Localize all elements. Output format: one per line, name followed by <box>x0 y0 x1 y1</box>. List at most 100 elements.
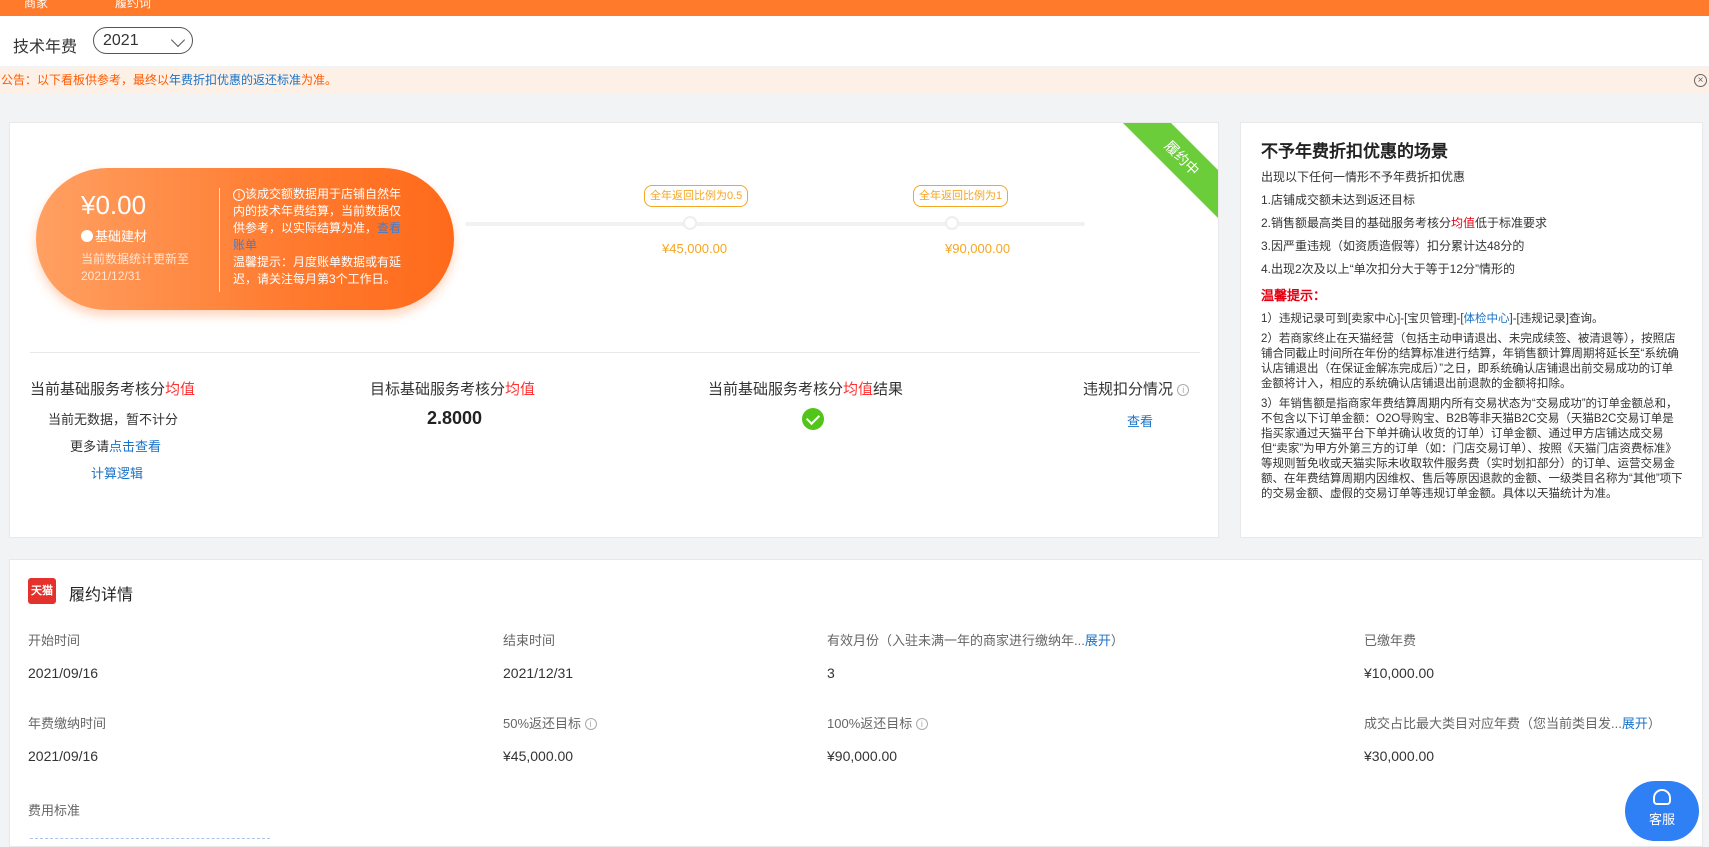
metric-title-text: 目标基础服务考核分 <box>370 381 506 398</box>
target100-value: ¥90,000.00 <box>827 748 898 764</box>
top-nav-bar: 商家 履约词 <box>0 0 1709 16</box>
customer-service-button[interactable]: 客服 <box>1625 781 1699 841</box>
more-info: 更多请点击查看 <box>70 436 161 455</box>
info-icon[interactable]: i <box>584 718 597 730</box>
end-value: 2021/12/31 <box>503 665 574 681</box>
months-label: 有效月份（入驻未满一年的商家进行缴纳年...展开） <box>827 630 1124 649</box>
info-icon[interactable]: i <box>915 718 928 730</box>
months-label-close: ） <box>1110 633 1124 648</box>
top-nav-item[interactable]: 商家 <box>24 0 48 11</box>
click-view-link[interactable]: 点击查看 <box>109 439 161 454</box>
target50-value: ¥45,000.00 <box>503 748 574 764</box>
panel-item: 3.因严重违规（如资质造假等）扣分累计达48分的 <box>1261 239 1525 253</box>
top-nav-item[interactable]: 履约词 <box>115 0 151 11</box>
violation-view-link[interactable]: 查看 <box>1127 414 1153 429</box>
maxcat-label: 成交占比最大类目对应年费（您当前类目发...展开） <box>1364 713 1661 732</box>
tip-item: 2）若商家终止在天猫经营（包括主动申请退出、未完成续签、被清退等），按照店铺合同… <box>1261 333 1679 390</box>
chevron-down-icon <box>170 32 186 48</box>
violation-view: 查看 <box>1127 411 1153 430</box>
info-icon: i <box>233 189 245 201</box>
progress-track <box>465 222 1085 226</box>
calc-logic-link[interactable]: 计算逻辑 <box>91 466 143 481</box>
fulfillment-details: 天猫 履约详情 开始时间 2021/09/16 结束时间 2021/12/31 … <box>9 559 1703 847</box>
metric-highlight: 均值 <box>165 381 196 398</box>
paid-label: 已缴年费 <box>1364 633 1417 648</box>
year-label: 技术年费 <box>13 39 78 56</box>
metric-highlight: 均值 <box>843 381 874 398</box>
info-note: i 该成交额数据用于店铺自然年内的技术年费结算，当前数据仅供参考，以实际结算为准，… <box>233 186 408 254</box>
more-prefix: 更多请 <box>70 439 110 454</box>
check-icon <box>802 408 824 430</box>
expand-link[interactable]: 展开 <box>1085 633 1111 648</box>
info-note-text: 该成交额数据用于店铺自然年内的技术年费结算，当前数据仅供参考，以实际结算为准， <box>233 187 402 235</box>
maxcat-label-close: ） <box>1647 716 1661 731</box>
year-select[interactable]: 2021 <box>93 27 193 54</box>
target-score: 2.8000 <box>427 408 483 428</box>
headset-icon <box>1653 789 1671 805</box>
metric-title-result: 当前基础服务考核分均值结果 <box>708 378 903 399</box>
panel-intro: 出现以下任何一情形不予年费折扣优惠 <box>1261 170 1466 184</box>
notice-link[interactable]: 年费折扣优惠的返还标准 <box>169 73 301 87</box>
info-icon[interactable]: i <box>1177 384 1190 396</box>
details-title: 履约详情 <box>69 587 134 604</box>
year-bar: 技术年费 2021 <box>0 16 1709 66</box>
panel-title: 不予年费折扣优惠的场景 <box>1261 142 1448 161</box>
year-select-value: 2021 <box>103 32 139 49</box>
metric-title-target: 目标基础服务考核分均值 <box>370 378 535 399</box>
target100-label: 100%返还目标 i <box>827 713 928 732</box>
metric-title-current: 当前基础服务考核分均值 <box>30 378 195 399</box>
months-value: 3 <box>827 665 835 681</box>
metric-title-text: 当前基础服务考核分 <box>708 381 844 398</box>
exclusion-panel: 不予年费折扣优惠的场景 出现以下任何一情形不予年费折扣优惠 1.店铺成交额未达到… <box>1240 122 1703 538</box>
calc-logic-block: 计算逻辑 <box>91 463 143 482</box>
tip-text: 1）违规记录可到[卖家中心]-[宝贝管理]-[ <box>1261 313 1464 325</box>
maxcat-label-text: 成交占比最大类目对应年费（您当前类目发... <box>1364 716 1622 731</box>
delay-tip: 温馨提示：月度账单数据或有延迟，请关注每月第3个工作日。 <box>233 255 402 286</box>
panel-item-text: 2.销售额最高类目的基础服务考核分 <box>1261 216 1452 230</box>
update-note: 当前数据统计更新至2021/12/31 <box>81 252 190 283</box>
paid-value: ¥10,000.00 <box>1364 665 1435 681</box>
panel-item: 2.销售额最高类目的基础服务考核分均值低于标准要求 <box>1261 216 1683 231</box>
sales-pill: ¥0.00 基础建材 当前数据统计更新至2021/12/31 i 该成交额数据用于… <box>36 168 454 310</box>
panel-item-text: 低于标准要求 <box>1475 216 1548 230</box>
tip-item: 3）年销售额是指商家年费结算周期内所有交易状态为“交易成功”的订单金额总和，不包… <box>1261 398 1683 500</box>
fee-standard-label: 费用标准 <box>28 803 81 818</box>
start-value: 2021/09/16 <box>28 665 99 681</box>
status-ribbon: 履约中 <box>1113 123 1218 227</box>
no-data-text: 当前无数据，暂不计分 <box>48 412 179 427</box>
divider <box>30 352 1200 353</box>
tip-text: ]-[违规记录]查询。 <box>1509 313 1604 325</box>
category-label: 基础建材 <box>81 226 147 245</box>
target50-label: 50%返还目标 i <box>503 713 597 732</box>
metric-title-text: 违规扣分情况 <box>1083 381 1174 398</box>
warm-tip-title: 温馨提示： <box>1261 288 1327 303</box>
pill-divider <box>219 188 220 292</box>
metric-title-suffix: 结果 <box>873 381 904 398</box>
target100-label-text: 100%返还目标 <box>827 716 913 731</box>
milestone-value: ¥45,000.00 <box>662 241 728 256</box>
maxcat-value: ¥30,000.00 <box>1364 748 1435 764</box>
target50-label-text: 50%返还目标 <box>503 716 582 731</box>
panel-item-highlight: 均值 <box>1451 216 1476 230</box>
service-label: 客服 <box>1648 812 1675 827</box>
expand-link[interactable]: 展开 <box>1622 716 1648 731</box>
tip-item: 1）违规记录可到[卖家中心]-[宝贝管理]-[体检中心]-[违规记录]查询。 <box>1261 312 1683 327</box>
milestone-node <box>683 216 697 230</box>
milestone-value: ¥90,000.00 <box>945 241 1011 256</box>
summary-card: 履约中 ¥0.00 基础建材 当前数据统计更新至2021/12/31 i 该成交额… <box>9 122 1219 538</box>
pie-icon <box>81 230 93 242</box>
category-text: 基础建材 <box>95 229 148 244</box>
notice-bar: 公告：以下看板供参考，最终以年费折扣优惠的返还标准为准。 × <box>0 68 1709 93</box>
check-center-link[interactable]: 体检中心 <box>1464 313 1510 325</box>
milestone-tag: 全年返回比例为1 <box>913 185 1009 207</box>
end-label: 结束时间 <box>503 633 556 648</box>
fee-standard-link-stub[interactable] <box>30 838 270 841</box>
metric-title-text: 当前基础服务考核分 <box>30 381 166 398</box>
metric-highlight: 均值 <box>505 381 536 398</box>
close-icon[interactable]: × <box>1694 74 1707 87</box>
start-label: 开始时间 <box>28 633 81 648</box>
tmall-logo: 天猫 <box>28 578 56 604</box>
paytime-value: 2021/09/16 <box>28 748 99 764</box>
milestone-tag: 全年返回比例为0.5 <box>644 185 749 207</box>
panel-item: 1.店铺成交额未达到返还目标 <box>1261 193 1416 207</box>
